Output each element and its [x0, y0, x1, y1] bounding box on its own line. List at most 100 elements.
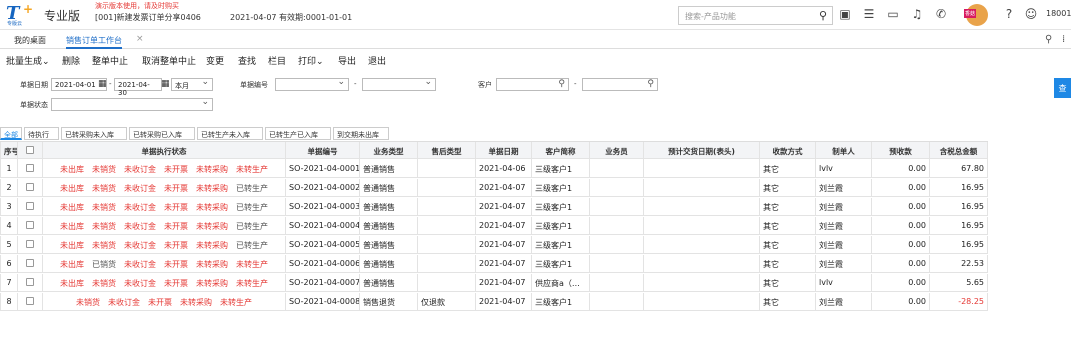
row-select-cell[interactable] [17, 255, 42, 273]
status-tab-purchase-pending[interactable]: 已转采购未入库 [61, 127, 127, 140]
change-button[interactable]: 变更 [206, 54, 224, 67]
settings-icon[interactable]: ⁞ [1062, 34, 1065, 45]
tab-desktop[interactable]: 我的桌面 [14, 35, 46, 46]
col-prepay[interactable]: 预收款 [871, 142, 929, 160]
calendar-icon[interactable]: ▦ [161, 79, 170, 89]
status-tab-all[interactable]: 全部 [0, 127, 22, 140]
col-clerk[interactable]: 业务员 [589, 142, 643, 160]
select-all-checkbox[interactable] [26, 146, 34, 154]
table-row[interactable]: 7 未出库 未销货 未收订金 未开票 未转采购 未转生产 SO-2021-04-0007 普通销… [0, 274, 988, 292]
col-maker[interactable]: 制单人 [815, 142, 871, 160]
row-select-cell[interactable] [17, 236, 42, 254]
table-row[interactable]: 3 未出库 未销货 未收订金 未开票 未转采购 已转生产 SO-2021-04-0003 普通销… [0, 198, 988, 216]
user-name[interactable]: 18001 [1046, 9, 1071, 18]
col-date[interactable]: 单据日期 [475, 142, 531, 160]
status-select[interactable] [51, 97, 213, 111]
order-code[interactable]: SO-2021-04-0008 [285, 293, 359, 311]
phone-icon[interactable]: ✆ [934, 7, 948, 21]
status-list: 未出库 未销货 未收订金 未开票 未转采购 已转生产 [46, 240, 282, 251]
status-tag: 未收订金 [124, 165, 156, 174]
code-from-select[interactable] [275, 77, 349, 91]
status-tab-pending[interactable]: 待执行 [24, 127, 59, 140]
status-tab-purchase-done[interactable]: 已转采购已入库 [129, 127, 195, 140]
order-code[interactable]: SO-2021-04-0007 [285, 274, 359, 292]
col-total[interactable]: 含税总金额 [929, 142, 988, 160]
print-button[interactable]: 打印⌄ [298, 54, 324, 67]
order-code[interactable]: SO-2021-04-0004 [285, 217, 359, 235]
col-delivery[interactable]: 预计交货日期(表头) [643, 142, 759, 160]
col-code[interactable]: 单据编号 [285, 142, 359, 160]
customer-to-input[interactable]: ⚲ [582, 78, 658, 91]
order-code[interactable]: SO-2021-04-0003 [285, 198, 359, 216]
delete-button[interactable]: 删除 [62, 54, 80, 67]
row-checkbox[interactable] [26, 297, 34, 305]
exit-button[interactable]: 退出 [368, 54, 386, 67]
customer-from-input[interactable]: ⚲ [496, 78, 569, 91]
avatar[interactable]: 香菇 [964, 4, 988, 26]
tab-sales-order[interactable]: 销售订单工作台 [66, 35, 122, 49]
order-code[interactable]: SO-2021-04-0006 [285, 255, 359, 273]
bell-icon[interactable]: ♫ [910, 7, 924, 21]
search-icon[interactable]: ⚲ [1045, 34, 1052, 45]
status-tab-production-pending[interactable]: 已转生产未入库 [197, 127, 263, 140]
row-checkbox[interactable] [26, 259, 34, 267]
col-pay[interactable]: 收款方式 [759, 142, 815, 160]
row-select-cell[interactable] [17, 160, 42, 178]
account-date: 2021-04-07 有效期:0001-01-01 [230, 13, 353, 22]
status-tab-overdue[interactable]: 到交期未出库 [333, 127, 389, 140]
function-search-input[interactable]: 搜索-产品功能 ⚲ [678, 6, 833, 25]
row-checkbox[interactable] [26, 202, 34, 210]
col-no[interactable]: 序号 [0, 142, 17, 160]
order-code[interactable]: SO-2021-04-0005 [285, 236, 359, 254]
calculator-icon[interactable]: ▣ [838, 7, 852, 21]
period-select[interactable]: 本月 [171, 77, 213, 91]
table-row[interactable]: 2 未出库 未销货 未收订金 未开票 未转采购 已转生产 SO-2021-04-0002 普通销… [0, 179, 988, 197]
table-row[interactable]: 8 未销货 未收订金 未开票 未转采购 未转生产 SO-2021-04-0008 销售退货 仅退… [0, 293, 988, 311]
batch-generate-button[interactable]: 批量生成⌄ [6, 54, 50, 67]
row-select-cell[interactable] [17, 293, 42, 311]
row-number: 5 [0, 236, 17, 254]
demo-warning[interactable]: 演示版本使用，请及时购买 [95, 1, 179, 11]
export-button[interactable]: 导出 [338, 54, 356, 67]
close-icon[interactable]: × [136, 34, 144, 44]
row-select-cell[interactable] [17, 217, 42, 235]
status-tab-production-done[interactable]: 已转生产已入库 [265, 127, 331, 140]
find-button[interactable]: 查找 [238, 54, 256, 67]
user-icon[interactable]: ☺ [1024, 7, 1038, 21]
order-date: 2021-04-07 [475, 217, 531, 235]
col-biz-type[interactable]: 业务类型 [359, 142, 417, 160]
table-row[interactable]: 5 未出库 未销货 未收订金 未开票 未转采购 已转生产 SO-2021-04-0005 普通销… [0, 236, 988, 254]
row-select-cell[interactable] [17, 274, 42, 292]
business-type: 普通销售 [359, 274, 417, 292]
table-row[interactable]: 1 未出库 未销货 未收订金 未开票 未转采购 未转生产 SO-2021-04-0001 普通销… [0, 160, 988, 178]
row-checkbox[interactable] [26, 183, 34, 191]
calendar-icon[interactable]: ▦ [98, 79, 107, 89]
search-icon[interactable]: ⚲ [558, 79, 565, 89]
col-status[interactable]: 单据执行状态 [42, 142, 285, 160]
row-select-cell[interactable] [17, 198, 42, 216]
row-checkbox[interactable] [26, 221, 34, 229]
table-row[interactable]: 4 未出库 未销货 未收订金 未开票 未转采购 已转生产 SO-2021-04-0004 普通销… [0, 217, 988, 235]
table-row[interactable]: 6 未出库 已销货 未收订金 未开票 未转采购 未转生产 SO-2021-04-0006 普通销… [0, 255, 988, 273]
row-checkbox[interactable] [26, 164, 34, 172]
col-select[interactable] [17, 142, 42, 160]
col-customer[interactable]: 客户简称 [531, 142, 589, 160]
query-button[interactable]: 查 [1054, 78, 1071, 98]
row-checkbox[interactable] [26, 278, 34, 286]
search-icon[interactable]: ⚲ [647, 79, 654, 89]
columns-button[interactable]: 栏目 [268, 54, 286, 67]
col-after-type[interactable]: 售后类型 [417, 142, 475, 160]
row-select-cell[interactable] [17, 179, 42, 197]
date-to-input[interactable]: 2021-04-30 [114, 78, 162, 97]
help-icon[interactable]: ? [1002, 7, 1016, 21]
order-code[interactable]: SO-2021-04-0002 [285, 179, 359, 197]
list-icon[interactable]: ☰ [862, 7, 876, 21]
message-icon[interactable]: ▭ [886, 7, 900, 21]
code-to-select[interactable] [362, 77, 436, 91]
cancel-suspend-button[interactable]: 取消整单中止 [142, 54, 196, 67]
creator: 刘兰霞 [815, 255, 871, 273]
suspend-button[interactable]: 整单中止 [92, 54, 128, 67]
order-code[interactable]: SO-2021-04-0001 [285, 160, 359, 178]
row-checkbox[interactable] [26, 240, 34, 248]
search-icon[interactable]: ⚲ [819, 9, 827, 22]
